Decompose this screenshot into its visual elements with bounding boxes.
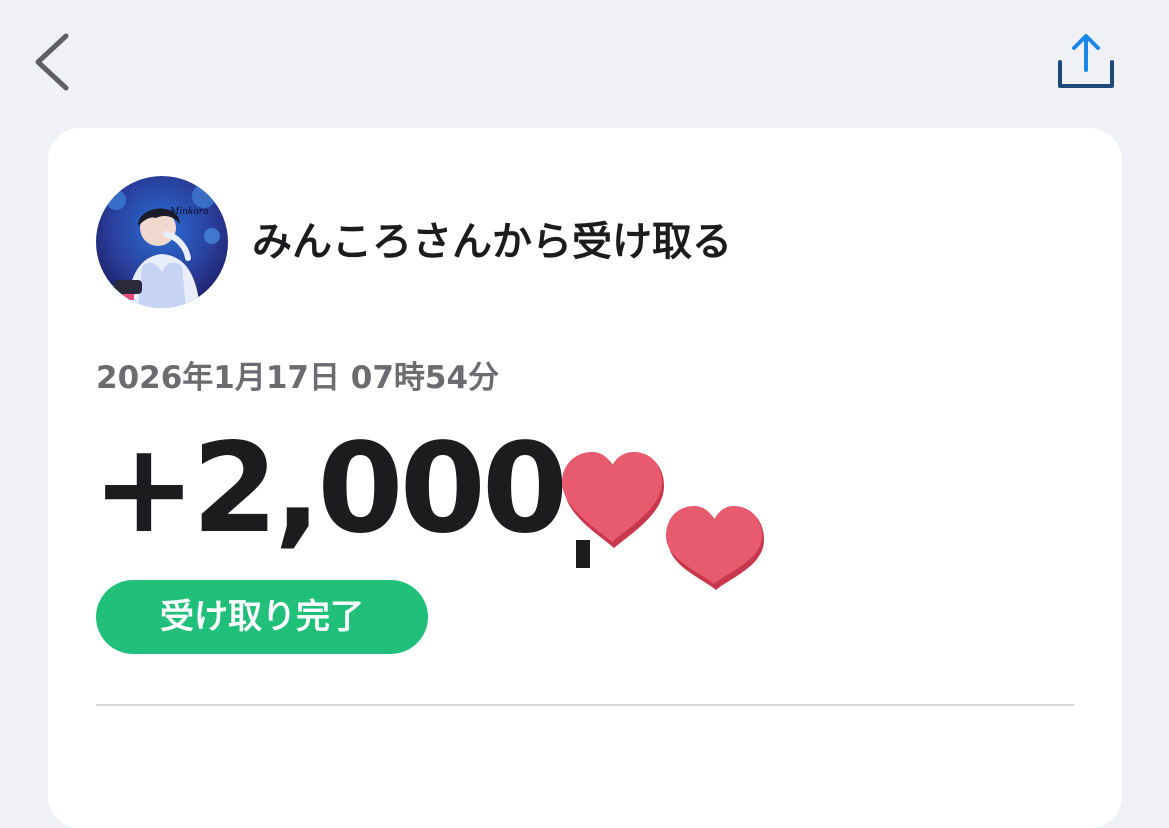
- avatar-image: Minkoro: [96, 176, 228, 308]
- avatar-signature: Minkoro: [169, 207, 209, 217]
- heart-stickers: [562, 452, 764, 590]
- share-icon: [1058, 34, 1114, 88]
- status-badge: 受け取り完了: [96, 580, 428, 654]
- divider: [96, 704, 1074, 706]
- share-button[interactable]: [1054, 32, 1118, 94]
- transaction-card: Minkoro みんころさんから受け取る 2026年1月17日 07時54分 +…: [48, 128, 1122, 828]
- heart-icon: [666, 506, 764, 590]
- chevron-left-icon: [35, 33, 69, 91]
- back-button[interactable]: [30, 30, 78, 94]
- heart-icon: [562, 452, 664, 548]
- amount-value: +2,000: [92, 417, 568, 561]
- sender-title: みんころさんから受け取る: [252, 219, 732, 265]
- avatar: Minkoro: [96, 176, 228, 308]
- timestamp: 2026年1月17日 07時54分: [96, 360, 500, 396]
